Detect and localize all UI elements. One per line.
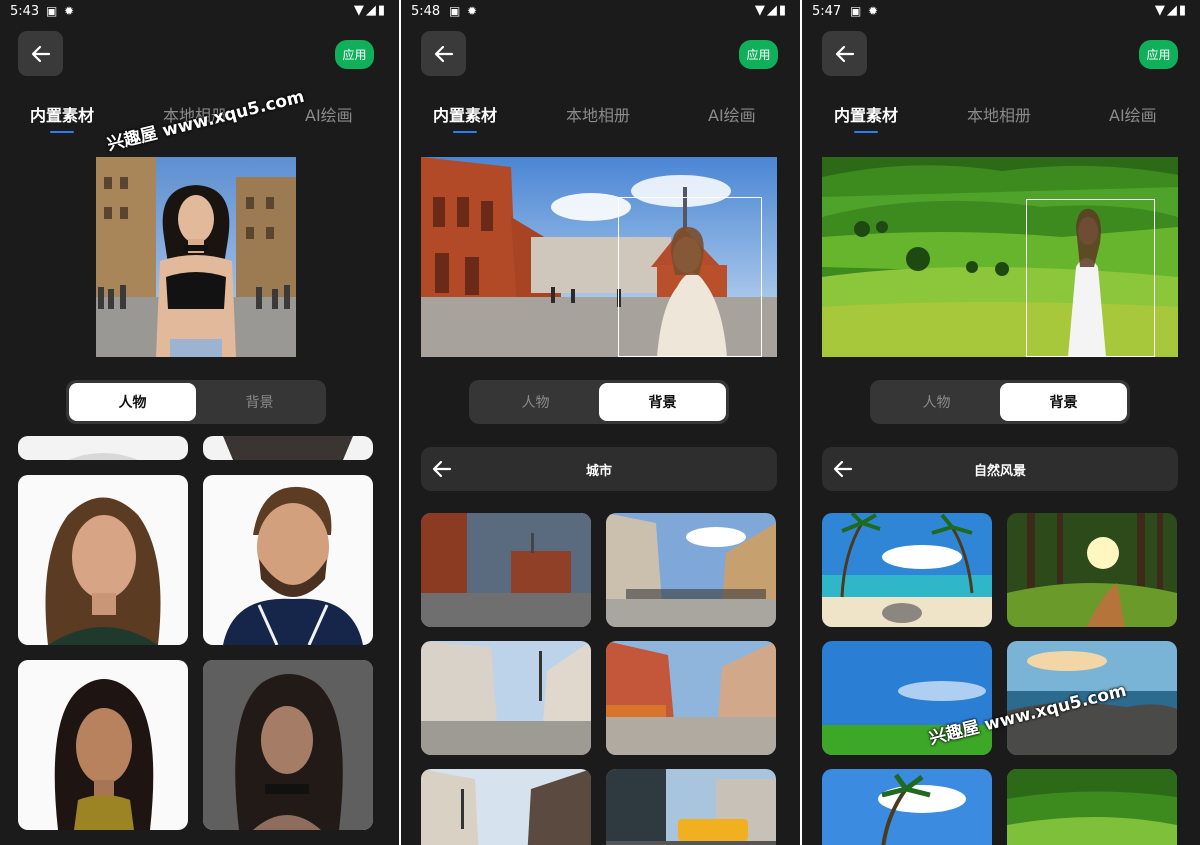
tab-underline (453, 131, 477, 133)
wifi-battery-icons: ▼◢▮ (1154, 3, 1188, 18)
tab-ai-drawing[interactable]: AI绘画 (305, 102, 353, 126)
status-time: 5:43 (10, 4, 40, 19)
tab-builtin[interactable]: 内置素材 (433, 102, 497, 126)
wifi-battery-icons: ▼◢▮ (353, 3, 387, 18)
back-button[interactable] (421, 31, 466, 76)
source-tabs: 内置素材 本地相册 AI绘画 (802, 98, 1200, 138)
subject-selection-box[interactable] (618, 197, 762, 357)
city-thumb[interactable] (606, 769, 776, 845)
segment-people[interactable]: 人物 (69, 383, 196, 421)
settings-icon: ✹ (64, 4, 75, 18)
category-title: 自然风景 (973, 464, 1026, 479)
tab-ai-drawing[interactable]: AI绘画 (1109, 102, 1157, 126)
segment-background[interactable]: 背景 (599, 383, 726, 421)
status-bar: 5:47 ▣ ✹ ▼◢▮ (802, 0, 1200, 26)
screen-builtin-city: 5:48 ▣ ✹ ▼◢▮ 应用 内置素材 本地相册 AI绘画 人物 背景 城市 (401, 0, 800, 845)
category-title: 城市 (585, 464, 612, 479)
apply-button[interactable]: 应用 (739, 40, 778, 69)
status-bar: 5:43 ▣ ✹ ▼◢▮ (0, 0, 399, 26)
status-time: 5:47 (812, 4, 842, 19)
tab-ai-drawing[interactable]: AI绘画 (708, 102, 756, 126)
nature-thumb-palms[interactable] (822, 769, 992, 845)
notification-icon: ▣ (46, 4, 58, 18)
source-tabs: 内置素材 本地相册 AI绘画 (401, 98, 800, 138)
back-arrow-icon (31, 45, 50, 62)
city-thumb[interactable] (421, 641, 591, 755)
category-bar: 城市 (421, 447, 777, 491)
tab-local-album[interactable]: 本地相册 (566, 102, 630, 126)
back-button[interactable] (18, 31, 63, 76)
tab-underline (854, 131, 878, 133)
preview-image (421, 157, 777, 357)
back-button[interactable] (822, 31, 867, 76)
segment-people[interactable]: 人物 (873, 383, 1000, 421)
city-thumb[interactable] (421, 769, 591, 845)
person-thumb[interactable] (203, 436, 373, 460)
apply-button[interactable]: 应用 (1139, 40, 1178, 69)
notification-icon: ▣ (449, 4, 461, 18)
type-segment: 人物 背景 (870, 380, 1130, 424)
wifi-battery-icons: ▼◢▮ (754, 3, 788, 18)
apply-button[interactable]: 应用 (335, 40, 374, 69)
type-segment: 人物 背景 (469, 380, 729, 424)
city-thumb[interactable] (606, 641, 776, 755)
nature-thumb-hills-selected[interactable] (1007, 769, 1177, 845)
segment-background[interactable]: 背景 (196, 383, 323, 421)
city-thumb-selected[interactable] (421, 513, 591, 627)
person-thumb[interactable] (18, 436, 188, 460)
tab-underline (50, 131, 74, 133)
nature-thumb-beach[interactable] (822, 513, 992, 627)
person-thumb-woman-dark-hair[interactable] (18, 660, 188, 830)
tab-builtin[interactable]: 内置素材 (30, 102, 94, 126)
settings-icon: ✹ (467, 4, 478, 18)
person-thumb-bearded-man[interactable] (203, 475, 373, 645)
notification-icon: ▣ (850, 4, 862, 18)
person-thumb-woman-wavy-hair[interactable] (18, 475, 188, 645)
segment-people[interactable]: 人物 (472, 383, 599, 421)
preview-image (96, 157, 296, 357)
person-thumb-selected[interactable] (203, 660, 373, 830)
segment-background[interactable]: 背景 (1000, 383, 1127, 421)
status-time: 5:48 (411, 4, 441, 19)
category-bar: 自然风景 (822, 447, 1178, 491)
status-bar: 5:48 ▣ ✹ ▼◢▮ (401, 0, 800, 26)
city-thumb[interactable] (606, 513, 776, 627)
screen-builtin-people: 5:43 ▣ ✹ ▼◢▮ 应用 内置素材 本地相册 AI绘画 人物 背景 兴趣屋… (0, 0, 399, 845)
tab-builtin[interactable]: 内置素材 (834, 102, 898, 126)
preview-image (822, 157, 1178, 357)
subject-selection-box[interactable] (1026, 199, 1155, 357)
back-arrow-icon (434, 45, 453, 62)
back-arrow-icon (835, 45, 854, 62)
nature-thumb-forest[interactable] (1007, 513, 1177, 627)
type-segment: 人物 背景 (66, 380, 326, 424)
screen-builtin-nature: 5:47 ▣ ✹ ▼◢▮ 应用 内置素材 本地相册 AI绘画 人物 背景 自然风… (802, 0, 1200, 845)
tab-local-album[interactable]: 本地相册 (967, 102, 1031, 126)
settings-icon: ✹ (868, 4, 879, 18)
